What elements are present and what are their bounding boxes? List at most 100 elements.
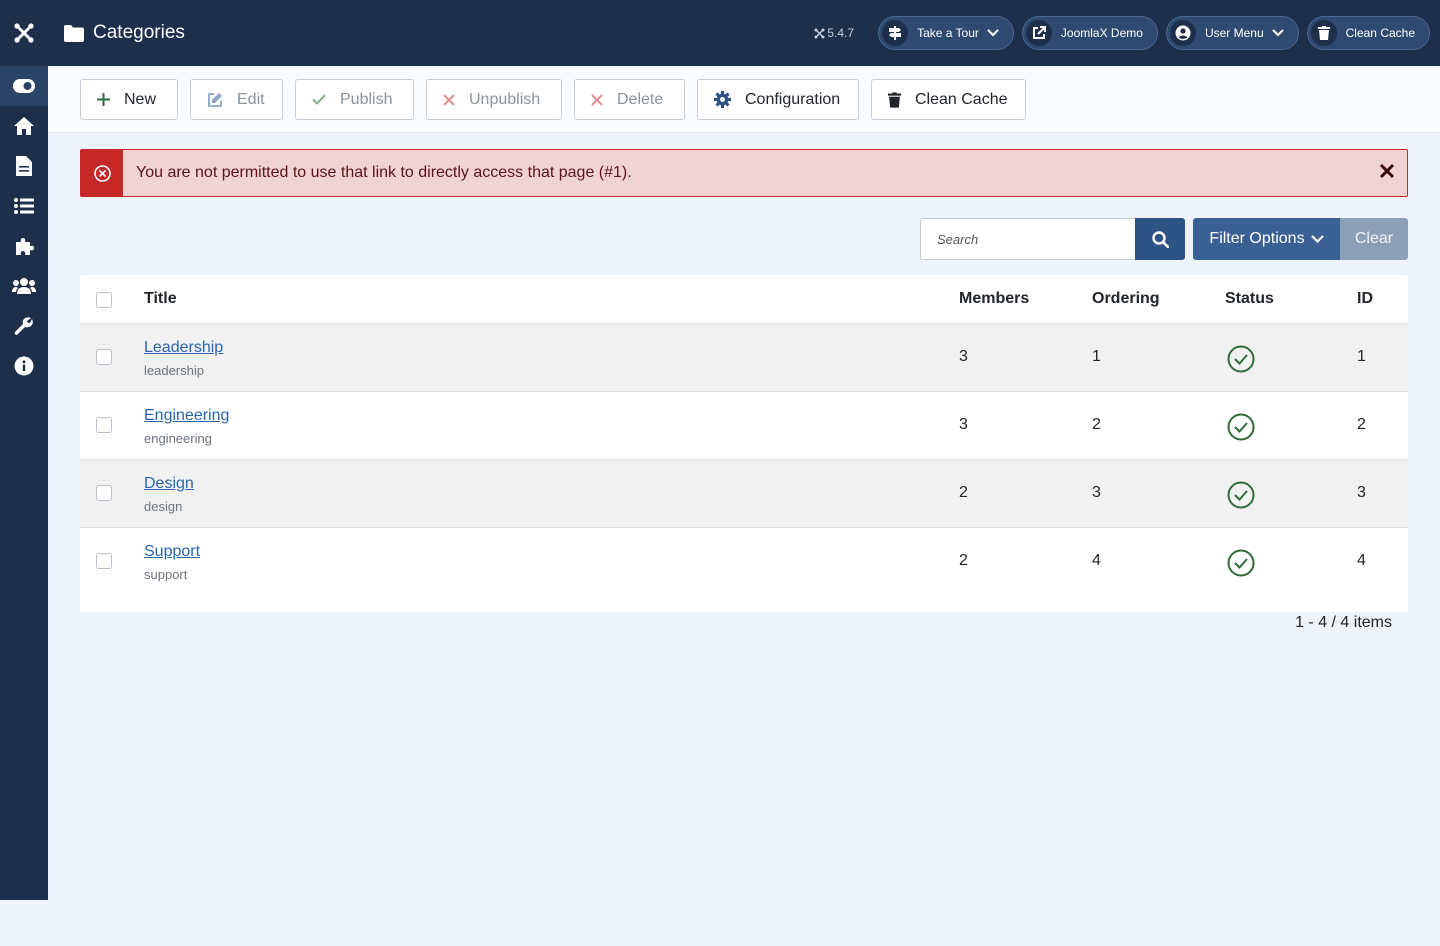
version-info: 5.4.7	[814, 26, 854, 40]
category-alias: support	[144, 567, 188, 582]
category-alias: leadership	[144, 363, 204, 378]
joomlax-demo-button[interactable]: JoomlaX Demo	[1021, 16, 1158, 50]
ordering-value: 4	[1092, 552, 1101, 569]
header-members[interactable]: Members	[959, 290, 1029, 308]
edit-label: Edit	[237, 90, 265, 108]
row-checkbox[interactable]	[96, 349, 112, 365]
header-clean-cache-label: Clean Cache	[1345, 26, 1415, 40]
unpublish-label: Unpublish	[469, 90, 541, 108]
table-row: Engineering engineering 3 2 2	[80, 392, 1408, 460]
clean-cache-button[interactable]: Clean Cache	[871, 79, 1026, 120]
chevron-down-icon	[1271, 29, 1284, 37]
ordering-value: 3	[1092, 484, 1101, 501]
ordering-value: 2	[1092, 416, 1101, 433]
file-icon[interactable]	[0, 146, 48, 186]
table-header: Title Members Ordering Status ID	[80, 275, 1408, 324]
info-icon[interactable]	[0, 346, 48, 386]
header-id[interactable]: ID	[1357, 290, 1373, 308]
id-value: 3	[1357, 484, 1366, 501]
configuration-label: Configuration	[745, 90, 841, 108]
header-clean-cache-button[interactable]: Clean Cache	[1306, 16, 1430, 50]
ordering-value: 1	[1092, 348, 1101, 365]
times-icon	[591, 93, 603, 106]
published-check-icon[interactable]	[1227, 413, 1255, 441]
clean-cache-label: Clean Cache	[915, 90, 1008, 108]
plus-icon	[97, 93, 110, 106]
new-button[interactable]: New	[80, 79, 178, 120]
folder-icon	[64, 24, 84, 42]
published-check-icon[interactable]	[1227, 549, 1255, 577]
table-row: Support support 2 4 4	[80, 528, 1408, 596]
search-button[interactable]	[1135, 218, 1185, 260]
clear-button[interactable]: Clear	[1340, 218, 1408, 260]
page-title: Categories	[64, 22, 185, 44]
category-title-link[interactable]: Leadership	[144, 339, 223, 357]
joomla-logo-icon[interactable]	[0, 0, 48, 66]
row-checkbox[interactable]	[96, 417, 112, 433]
published-check-icon[interactable]	[1227, 345, 1255, 373]
error-circle-icon	[81, 150, 123, 196]
category-title-link[interactable]: Engineering	[144, 407, 229, 425]
chevron-down-icon	[1310, 235, 1324, 243]
category-title-link[interactable]: Support	[144, 543, 200, 561]
header-ordering[interactable]: Ordering	[1092, 290, 1160, 308]
members-count: 2	[959, 484, 968, 501]
search-input[interactable]	[920, 218, 1136, 260]
members-count: 2	[959, 552, 968, 569]
published-check-icon[interactable]	[1227, 481, 1255, 509]
sidebar	[0, 0, 48, 900]
categories-table: Title Members Ordering Status ID Leaders…	[80, 275, 1408, 612]
gear-icon	[714, 91, 731, 108]
configuration-button[interactable]: Configuration	[697, 79, 859, 120]
error-alert: You are not permitted to use that link t…	[80, 149, 1408, 197]
filter-options-button[interactable]: Filter Options	[1193, 218, 1340, 260]
joomla-small-icon	[814, 28, 825, 38]
header-title[interactable]: Title	[144, 290, 177, 308]
category-alias: engineering	[144, 431, 212, 446]
row-checkbox[interactable]	[96, 553, 112, 569]
delete-button[interactable]: Delete	[574, 79, 685, 120]
close-icon[interactable]	[1379, 163, 1395, 184]
take-a-tour-label: Take a Tour	[917, 26, 979, 40]
new-label: New	[124, 90, 157, 108]
user-circle-icon	[1175, 25, 1191, 41]
puzzle-icon[interactable]	[0, 226, 48, 266]
id-value: 4	[1357, 552, 1366, 569]
header: Categories 5.4.7 Take a Tour JoomlaX Dem…	[48, 0, 1440, 66]
id-value: 2	[1357, 416, 1366, 433]
search-icon	[1151, 230, 1169, 248]
chevron-down-icon	[987, 29, 999, 37]
publish-label: Publish	[340, 90, 393, 108]
signpost-icon	[889, 26, 902, 40]
check-icon	[312, 94, 326, 105]
category-alias: design	[144, 499, 183, 514]
category-title-link[interactable]: Design	[144, 475, 194, 493]
header-status[interactable]: Status	[1225, 290, 1274, 308]
alert-message: You are not permitted to use that link t…	[136, 164, 632, 181]
users-icon[interactable]	[0, 266, 48, 306]
edit-button[interactable]: Edit	[190, 79, 283, 120]
toggle-menu-icon[interactable]	[0, 66, 48, 106]
joomlax-demo-label: JoomlaX Demo	[1060, 26, 1143, 40]
take-a-tour-button[interactable]: Take a Tour	[878, 16, 1014, 50]
header-actions: 5.4.7 Take a Tour JoomlaX Demo User Menu…	[814, 0, 1440, 66]
edit-icon	[208, 92, 222, 107]
wrench-icon[interactable]	[0, 306, 48, 346]
filter-options-label: Filter Options	[1209, 230, 1305, 247]
version-text: 5.4.7	[827, 26, 855, 40]
clear-label: Clear	[1354, 230, 1394, 247]
user-menu-button[interactable]: User Menu	[1165, 16, 1299, 50]
publish-button[interactable]: Publish	[295, 79, 414, 120]
select-all-checkbox[interactable]	[96, 292, 112, 308]
home-icon[interactable]	[0, 106, 48, 146]
members-count: 3	[959, 348, 968, 365]
external-link-icon	[1032, 26, 1046, 39]
table-row: Leadership leadership 3 1 1	[80, 324, 1408, 392]
table-row: Design design 2 3 3	[80, 460, 1408, 528]
user-menu-label: User Menu	[1204, 26, 1264, 40]
unpublish-button[interactable]: Unpublish	[426, 79, 562, 120]
list-icon[interactable]	[0, 186, 48, 226]
delete-label: Delete	[617, 90, 664, 108]
row-checkbox[interactable]	[96, 485, 112, 501]
trash-icon	[1317, 26, 1330, 40]
